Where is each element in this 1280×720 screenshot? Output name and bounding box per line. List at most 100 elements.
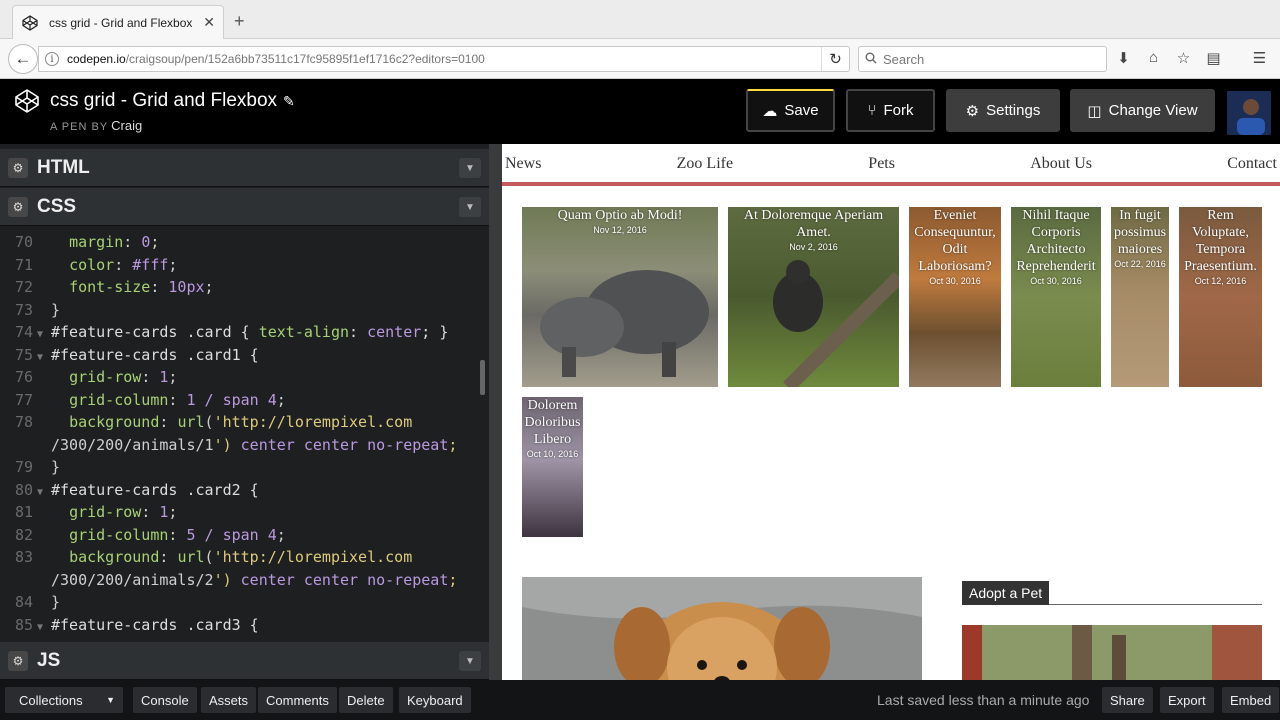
- export-label: Export: [1168, 692, 1206, 708]
- code-text: grid-row: 1;: [69, 368, 178, 386]
- html-settings-gear-icon[interactable]: ⚙: [8, 157, 28, 178]
- feature-card[interactable]: Quam Optio ab Modi! Nov 12, 2016: [522, 207, 718, 387]
- card-date: Oct 10, 2016: [526, 449, 579, 459]
- code-line[interactable]: 77 grid-column: 1 / span 4;: [0, 389, 286, 411]
- back-arrow-icon[interactable]: ←: [8, 44, 38, 74]
- reload-icon[interactable]: ↻: [821, 47, 849, 71]
- code-line[interactable]: /300/200/animals/2') center center no-re…: [0, 569, 457, 591]
- delete-label: Delete: [347, 692, 385, 708]
- code-text: #feature-cards .card2 {: [51, 480, 259, 499]
- js-panel-header[interactable]: ⚙ JS ▼: [0, 642, 489, 680]
- html-chevron-down-icon[interactable]: ▼: [459, 158, 481, 178]
- feature-card[interactable]: In fugit possimus maiores Oct 22, 2016: [1111, 207, 1169, 387]
- card-date: Oct 30, 2016: [1030, 276, 1082, 286]
- codepen-favicon-icon: [21, 14, 39, 32]
- pen-title[interactable]: css grid - Grid and Flexbox ✎: [50, 90, 295, 112]
- menu-icon[interactable]: ☰: [1250, 49, 1269, 67]
- adopt-pet-image: [962, 625, 1262, 680]
- nav-pets[interactable]: Pets: [868, 150, 895, 182]
- code-text: grid-column: 5 / span 4;: [69, 525, 286, 544]
- pane-resize-handle[interactable]: [489, 144, 502, 680]
- avatar[interactable]: [1227, 91, 1271, 135]
- nav-zoo-life[interactable]: Zoo Life: [677, 150, 733, 182]
- search-input[interactable]: Search: [858, 46, 1107, 72]
- last-saved-status: Last saved less than a minute ago: [877, 692, 1090, 708]
- share-button[interactable]: Share: [1102, 687, 1153, 713]
- browser-tab[interactable]: css grid - Grid and Flexbox ✕: [12, 5, 224, 39]
- code-line[interactable]: 74 ▼ #feature-cards .card { text-align: ce…: [0, 321, 448, 343]
- css-settings-gear-icon[interactable]: ⚙: [8, 196, 28, 217]
- line-number: 70: [14, 233, 33, 251]
- edit-pencil-icon[interactable]: ✎: [283, 93, 295, 110]
- code-line[interactable]: 75 ▼ #feature-cards .card1 {: [0, 344, 259, 366]
- code-text: grid-row: 1;: [69, 503, 178, 521]
- code-line[interactable]: 72 font-size: 10px;: [0, 276, 214, 298]
- info-icon[interactable]: i: [45, 52, 59, 66]
- fork-label: Fork: [883, 102, 914, 119]
- code-line[interactable]: 81 grid-row: 1;: [0, 501, 178, 523]
- nav-news[interactable]: News: [505, 150, 541, 182]
- code-line[interactable]: 73 }: [0, 299, 60, 321]
- collections-dropdown[interactable]: Collections ▼: [5, 687, 123, 713]
- change-view-button[interactable]: ◫ Change View: [1070, 89, 1215, 132]
- fork-button[interactable]: ⑂ Fork: [846, 89, 935, 132]
- nav-contact[interactable]: Contact: [1227, 150, 1277, 182]
- comments-button[interactable]: Comments: [258, 687, 337, 713]
- feature-card[interactable]: Nihil Itaque Corporis Architecto Reprehe…: [1011, 207, 1101, 387]
- author-link[interactable]: Craig: [111, 118, 142, 133]
- feature-card[interactable]: Rem Voluptate, Tempora Praesentium. Oct …: [1179, 207, 1262, 387]
- code-line[interactable]: 79 }: [0, 456, 60, 478]
- code-text: }: [51, 593, 61, 611]
- code-scrollbar[interactable]: [480, 360, 485, 395]
- home-icon[interactable]: ⌂: [1144, 49, 1163, 67]
- html-panel-label: HTML: [37, 156, 90, 178]
- js-settings-gear-icon[interactable]: ⚙: [8, 650, 28, 671]
- code-line[interactable]: /300/200/animals/1') center center no-re…: [0, 434, 457, 456]
- feature-card[interactable]: At Doloremque Aperiam Amet. Nov 2, 2016: [728, 207, 899, 387]
- code-line[interactable]: 70 margin: 0;: [0, 231, 159, 253]
- nav-about-us[interactable]: About Us: [1030, 150, 1092, 182]
- code-line[interactable]: 78 background: url('http://lorempixel.co…: [0, 411, 412, 433]
- url-bar[interactable]: i codepen.io/craigsoup/pen/152a6bb73511c…: [38, 46, 850, 72]
- code-text: color: #fff;: [69, 255, 178, 274]
- card-title: Quam Optio ab Modi!: [557, 208, 683, 223]
- new-tab-icon[interactable]: +: [234, 11, 245, 32]
- code-line[interactable]: 82 grid-column: 5 / span 4;: [0, 524, 286, 546]
- line-number: 80: [14, 480, 33, 499]
- keyboard-label: Keyboard: [407, 692, 463, 708]
- fork-icon: ⑂: [867, 102, 877, 119]
- code-line[interactable]: 76 grid-row: 1;: [0, 366, 178, 388]
- card-title: Eveniet Consequuntur, Odit Laboriosam?: [914, 208, 996, 274]
- bookmark-star-icon[interactable]: ☆: [1174, 49, 1193, 67]
- export-button[interactable]: Export: [1160, 687, 1214, 713]
- embed-button[interactable]: Embed: [1222, 687, 1280, 713]
- settings-button[interactable]: ⚙ Settings: [946, 89, 1060, 132]
- html-panel-header[interactable]: ⚙ HTML ▼: [0, 149, 489, 187]
- css-panel-header[interactable]: ⚙ CSS ▼: [0, 188, 489, 226]
- js-chevron-down-icon[interactable]: ▼: [459, 651, 481, 671]
- code-line[interactable]: 71 color: #fff;: [0, 254, 178, 276]
- line-number: 73: [14, 300, 33, 319]
- fold-arrow-icon[interactable]: ▼: [37, 617, 51, 639]
- code-line[interactable]: 85 ▼ #feature-cards .card3 {: [0, 614, 259, 636]
- pen-title-text: css grid - Grid and Flexbox: [50, 90, 278, 111]
- feature-card[interactable]: Dolorem Doloribus Libero Oct 10, 2016: [522, 397, 583, 537]
- delete-button[interactable]: Delete: [339, 687, 393, 713]
- feature-card[interactable]: Eveniet Consequuntur, Odit Laboriosam? O…: [909, 207, 1001, 387]
- code-line[interactable]: 83 background: url('http://lorempixel.co…: [0, 546, 412, 568]
- share-label: Share: [1110, 692, 1145, 708]
- line-number: 74: [14, 323, 33, 341]
- code-line[interactable]: 84 }: [0, 591, 60, 613]
- keyboard-button[interactable]: Keyboard: [399, 687, 471, 713]
- reading-list-icon[interactable]: ▤: [1204, 49, 1223, 67]
- code-line[interactable]: 80 ▼ #feature-cards .card2 {: [0, 479, 259, 501]
- tab-close-icon[interactable]: ✕: [203, 14, 215, 31]
- assets-button[interactable]: Assets: [201, 687, 257, 713]
- download-icon[interactable]: ⬇: [1114, 49, 1133, 67]
- css-code-editor[interactable]: 70 margin: 0; 71 color: #fff; 72 font-size…: [0, 227, 489, 642]
- save-button[interactable]: ☁ Save: [746, 89, 835, 132]
- line-number: 85: [14, 615, 33, 634]
- console-button[interactable]: Console: [133, 687, 197, 713]
- css-chevron-down-icon[interactable]: ▼: [459, 197, 481, 217]
- codepen-logo-icon[interactable]: [14, 88, 40, 114]
